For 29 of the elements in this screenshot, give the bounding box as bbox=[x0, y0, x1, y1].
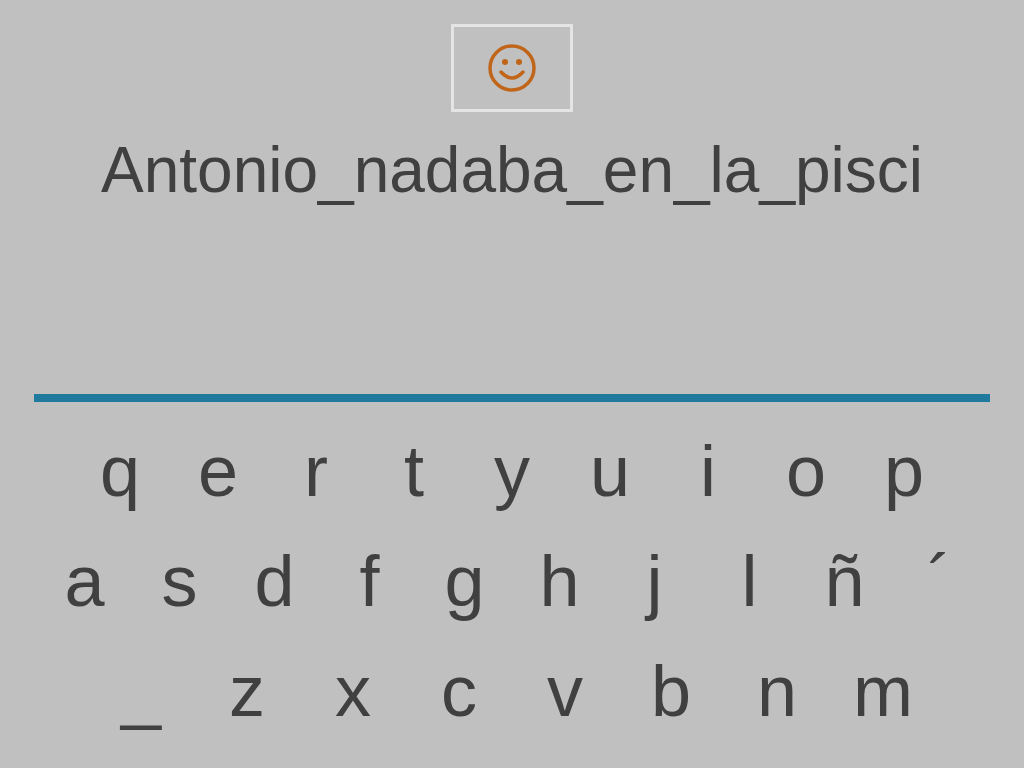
letter-key[interactable]: t bbox=[365, 424, 463, 518]
letter-key[interactable]: p bbox=[855, 424, 953, 518]
letter-key[interactable]: y bbox=[463, 424, 561, 518]
letter-key[interactable]: s bbox=[132, 534, 227, 628]
sentence-text: Antonio_nadaba_en_la_pisci bbox=[101, 133, 923, 208]
letter-key[interactable]: o bbox=[757, 424, 855, 518]
letter-key[interactable]: v bbox=[512, 644, 618, 738]
letter-key[interactable]: x bbox=[300, 644, 406, 738]
letter-key[interactable]: z bbox=[194, 644, 300, 738]
letter-key[interactable]: b bbox=[618, 644, 724, 738]
letter-key[interactable]: ñ bbox=[797, 534, 892, 628]
letter-key[interactable]: a bbox=[37, 534, 132, 628]
letter-key[interactable]: h bbox=[512, 534, 607, 628]
letter-key[interactable]: g bbox=[417, 534, 512, 628]
letter-key[interactable]: e bbox=[169, 424, 267, 518]
letter-key[interactable]: c bbox=[406, 644, 512, 738]
letter-key[interactable]: ´ bbox=[892, 534, 987, 628]
letter-key[interactable]: l bbox=[702, 534, 797, 628]
letter-key[interactable]: i bbox=[659, 424, 757, 518]
smiley-icon bbox=[487, 43, 537, 93]
letter-key[interactable]: q bbox=[71, 424, 169, 518]
letter-key[interactable]: m bbox=[830, 644, 936, 738]
letter-key[interactable]: _ bbox=[88, 644, 194, 738]
letter-key[interactable]: d bbox=[227, 534, 322, 628]
letter-key[interactable]: u bbox=[561, 424, 659, 518]
letter-key[interactable]: f bbox=[322, 534, 417, 628]
letter-key[interactable]: n bbox=[724, 644, 830, 738]
letter-key[interactable]: r bbox=[267, 424, 365, 518]
letter-key[interactable]: j bbox=[607, 534, 702, 628]
